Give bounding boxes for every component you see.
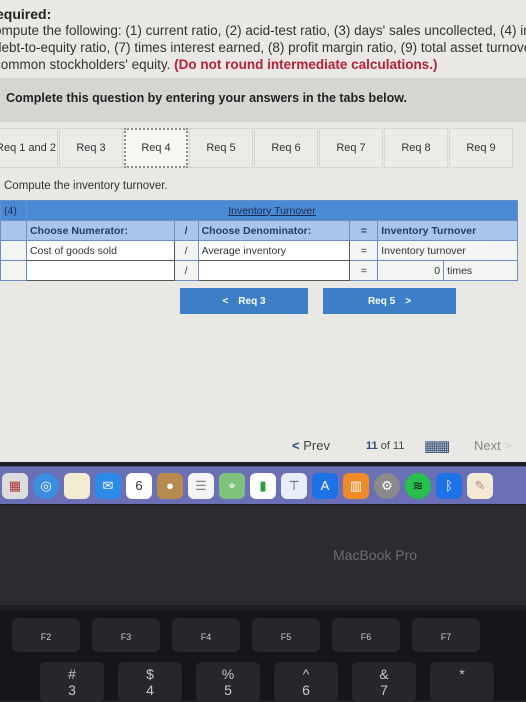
key-5[interactable]: % 5	[196, 662, 260, 702]
numerator-select[interactable]: Cost of goods sold	[25, 240, 175, 261]
divide-sign: /	[173, 260, 199, 281]
required-label: equired:	[0, 6, 52, 22]
numerator-header: Choose Numerator:	[25, 220, 175, 241]
prompt-line: debt-to-equity ratio, (7) times interest…	[0, 40, 526, 55]
chevron-right-icon: >	[405, 295, 412, 307]
prompt-line: ompute the following: (1) current ratio,…	[0, 23, 526, 38]
tab-req-4[interactable]: Req 4	[124, 128, 188, 168]
tab-req-5[interactable]: Req 5	[189, 128, 253, 168]
denominator-select[interactable]: Average inventory	[197, 240, 351, 261]
mail-icon[interactable]: ✉	[95, 472, 121, 499]
safari-icon[interactable]: ◎	[33, 472, 59, 499]
next-label: Next	[474, 438, 501, 453]
tab-req-6[interactable]: Req 6	[254, 128, 318, 168]
prev-req-label: Req 3	[238, 295, 266, 307]
tab-req-1-2[interactable]: Req 1 and 2	[0, 128, 58, 168]
key-3[interactable]: # 3	[40, 662, 104, 702]
dock: ▦ ◎ ✉ 6 ● ☰ ⌖ ▮ ⊤ A ▥ ⚙ ≋ ᛒ ✎	[0, 466, 526, 504]
page-indicator: 11 of 11	[366, 440, 404, 452]
key-f2[interactable]: F2	[12, 618, 80, 652]
equals-sign: =	[349, 240, 379, 261]
result-header: Inventory Turnover	[377, 220, 518, 241]
prev-button[interactable]: < Prev	[292, 438, 330, 453]
key-f6[interactable]: F6	[332, 618, 400, 652]
prev-label: Prev	[303, 438, 330, 453]
numbers-icon[interactable]: ▮	[250, 472, 276, 499]
tab-req-7[interactable]: Req 7	[319, 128, 383, 168]
key-6[interactable]: ^ 6	[274, 662, 338, 702]
prompt-line-text: common stockholders' equity.	[0, 57, 171, 72]
next-req-button[interactable]: Req 5 >	[323, 288, 456, 314]
result-value: 0	[377, 260, 445, 281]
spotify-icon[interactable]: ≋	[405, 472, 431, 499]
table-title: Inventory Turnover	[25, 200, 519, 221]
script-editor-icon[interactable]: ✎	[467, 472, 493, 499]
numerator-value-input[interactable]	[25, 260, 175, 281]
equals-sign: =	[349, 220, 379, 241]
grid-icon[interactable]: ▦▦	[424, 437, 450, 455]
tab-req-9[interactable]: Req 9	[449, 128, 513, 168]
calendar-icon[interactable]: 6	[126, 472, 152, 499]
chevron-left-icon: <	[222, 295, 229, 307]
books-icon[interactable]: ▥	[343, 472, 369, 499]
laptop-bezel	[0, 505, 526, 605]
result-unit: times	[443, 260, 518, 281]
key-f3[interactable]: F3	[92, 618, 160, 652]
chevron-right-icon: >	[504, 438, 512, 453]
result-label: Inventory turnover	[377, 240, 518, 261]
tab-req-3[interactable]: Req 3	[59, 128, 123, 168]
laptop-label: MacBook Pro	[333, 547, 418, 563]
notes-icon[interactable]	[64, 472, 90, 499]
equals-sign: =	[349, 260, 379, 281]
key-7[interactable]: & 7	[352, 662, 416, 702]
tab-req-8[interactable]: Req 8	[384, 128, 448, 168]
chevron-left-icon: <	[292, 438, 300, 453]
bluetooth-icon[interactable]: ᛒ	[436, 472, 462, 499]
instruction-text: Compute the inventory turnover.	[4, 180, 168, 192]
divide-sign: /	[173, 220, 199, 241]
page-total: of 11	[380, 440, 405, 452]
contacts-icon[interactable]: ●	[157, 472, 183, 499]
key-f5[interactable]: F5	[252, 618, 320, 652]
current-page: 11	[366, 440, 378, 452]
question-prompt: ompute the following: (1) current ratio,…	[0, 22, 526, 73]
app-store-icon[interactable]: A	[312, 472, 338, 499]
rounding-note: (Do not round intermediate calculations.…	[174, 57, 438, 72]
key-4[interactable]: $ 4	[118, 662, 182, 702]
maps-icon[interactable]: ⌖	[219, 472, 245, 499]
key-f7[interactable]: F7	[412, 618, 480, 652]
denominator-value-input[interactable]	[197, 260, 351, 281]
key-f4[interactable]: F4	[172, 618, 240, 652]
keynote-icon[interactable]: ⊤	[281, 472, 307, 499]
inventory-turnover-table: (4) Inventory Turnover Choose Numerator: /…	[0, 200, 519, 281]
instruction-band: Complete this question by entering your …	[0, 78, 526, 122]
part-number: (4)	[0, 200, 27, 221]
reminders-icon[interactable]: ☰	[188, 472, 214, 499]
keyboard: F2 F3 F4 F5 F6 F7 # 3 $ 4 % 5 ^ 6 & 7 *	[0, 610, 526, 702]
next-req-label: Req 5	[367, 295, 396, 307]
key-8[interactable]: *	[430, 662, 494, 702]
req-tabs: Req 1 and 2 Req 3 Req 4 Req 5 Req 6 Req …	[0, 128, 514, 168]
instruction-band-text: Complete this question by entering your …	[6, 91, 407, 105]
system-preferences-icon[interactable]: ⚙	[374, 472, 400, 499]
prompt-line: common stockholders' equity. (Do not rou…	[0, 56, 526, 73]
denominator-header: Choose Denominator:	[197, 220, 351, 241]
prev-req-button[interactable]: < Req 3	[180, 288, 308, 314]
next-button[interactable]: Next >	[474, 438, 512, 453]
browser-page: equired: ompute the following: (1) curre…	[0, 0, 526, 462]
launchpad-icon[interactable]: ▦	[2, 472, 28, 499]
divide-sign: /	[173, 240, 199, 261]
